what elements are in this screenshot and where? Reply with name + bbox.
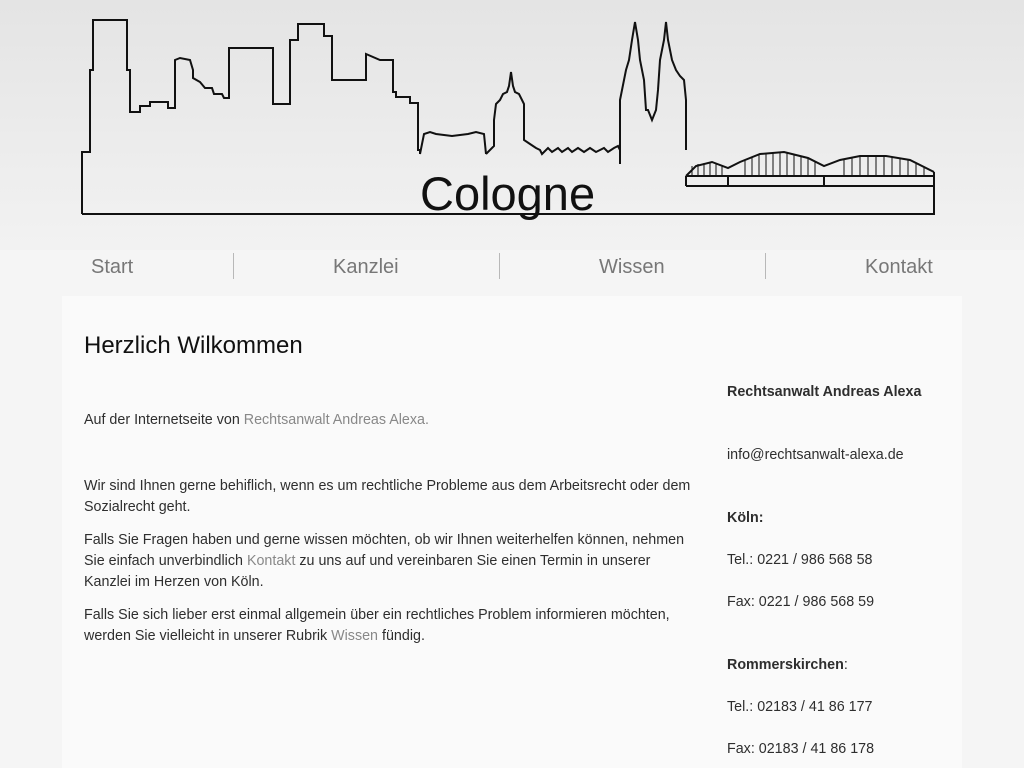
nav-divider [765,253,766,279]
office-rommerskirchen-label: Rommerskirchen [727,657,844,673]
main-nav: Start Kanzlei Wissen Kontakt [0,250,1024,296]
logo-text: Cologne [420,167,596,220]
office-koeln-label: Köln: [727,510,764,526]
office-koeln-phone: Tel.: 0221 / 986 568 58 [727,552,873,568]
nav-item-kanzlei[interactable]: Kanzlei [333,256,399,278]
nav-divider [233,253,234,279]
kontakt-link[interactable]: Kontakt [247,553,295,569]
main-content: Herzlich Wilkommen Auf der Internetseite… [62,296,962,768]
sidebar-email[interactable]: info@rechtsanwalt-alexa.de [727,445,904,466]
lawyer-name-link[interactable]: Rechtsanwalt Andreas Alexa. [244,412,429,428]
sidebar-name: Rechtsanwalt Andreas Alexa [727,384,922,400]
office-rommerskirchen-fax: Fax: 02183 / 41 86 178 [727,741,875,757]
paragraph-services: Wir sind Ihnen gerne behiflich, wenn es … [84,478,691,515]
office-koeln-fax: Fax: 0221 / 986 568 59 [727,594,875,610]
article-body: Auf der Internetseite von Rechtsanwalt A… [84,410,696,647]
nav-item-wissen[interactable]: Wissen [599,256,665,278]
office-rommerskirchen-colon: : [843,657,848,673]
nav-divider [499,253,500,279]
intro-text: Auf der Internetseite von [84,412,244,428]
page-title: Herzlich Wilkommen [84,332,303,359]
paragraph-knowledge-text-end: fündig. [378,628,425,644]
office-rommerskirchen-heading: Rommerskirchen: [727,655,848,676]
office-rommerskirchen-phone: Tel.: 02183 / 41 86 177 [727,699,873,715]
paragraph-contact: Falls Sie Fragen haben und gerne wissen … [84,530,696,593]
nav-item-kontakt[interactable]: Kontakt [865,256,933,278]
site-header: Cologne [0,0,1024,250]
wissen-link[interactable]: Wissen [331,628,378,644]
paragraph-knowledge: Falls Sie sich lieber erst einmal allgem… [84,605,696,647]
intro-paragraph: Auf der Internetseite von Rechtsanwalt A… [84,410,696,431]
nav-item-start[interactable]: Start [91,256,133,278]
